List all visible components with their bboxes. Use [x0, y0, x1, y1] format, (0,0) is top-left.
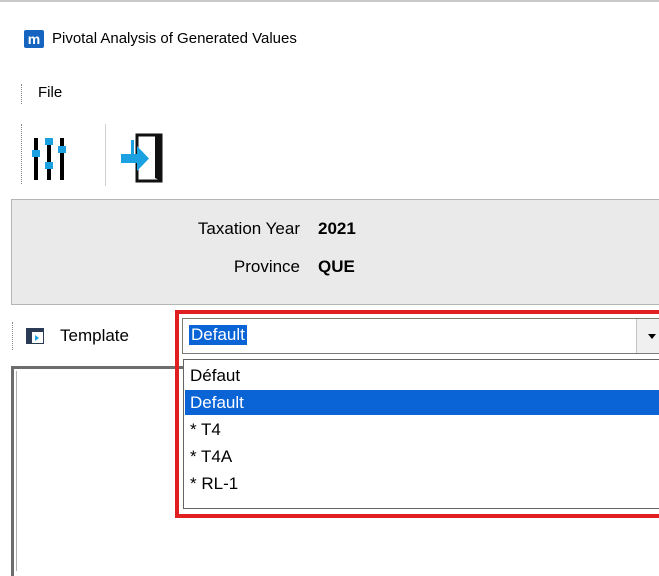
dropdown-option-rl1[interactable]: * RL-1	[185, 471, 659, 496]
menu-bar	[0, 80, 659, 108]
results-panel	[11, 366, 186, 576]
template-label: Template	[60, 326, 129, 345]
sliders-icon	[32, 138, 66, 180]
results-panel-divider	[16, 371, 17, 571]
template-select-value: Default	[189, 325, 247, 345]
template-select-dropdown-button[interactable]	[636, 319, 659, 353]
info-panel	[11, 199, 659, 305]
dropdown-option-default[interactable]: Default	[185, 390, 659, 415]
dropdown-option-t4[interactable]: * T4	[185, 417, 659, 442]
dropdown-option-t4a[interactable]: * T4A	[185, 444, 659, 469]
template-grip[interactable]	[12, 322, 14, 350]
template-select[interactable]: Default	[182, 318, 659, 354]
window-title: Pivotal Analysis of Generated Values	[52, 30, 297, 47]
dropdown-option-defaut[interactable]: Défaut	[185, 363, 659, 388]
province-label: Province	[233, 257, 300, 276]
exit-door-icon	[121, 133, 163, 183]
chevron-down-icon	[648, 334, 656, 339]
exit-button[interactable]	[115, 118, 173, 188]
app-logo-icon: m	[24, 30, 44, 48]
settings-button[interactable]	[28, 118, 86, 188]
toolbar-separator	[105, 124, 106, 186]
template-icon	[26, 328, 44, 344]
toolbar-grip[interactable]	[21, 124, 23, 184]
menu-file[interactable]: File	[38, 82, 62, 104]
title-bar: m Pivotal Analysis of Generated Values	[0, 0, 659, 80]
menu-grip[interactable]	[21, 84, 23, 104]
tax-year-value: 2021	[318, 219, 356, 238]
tax-year-label: Taxation Year	[197, 219, 300, 238]
province-value: QUE	[318, 257, 355, 276]
template-dropdown-list: Défaut Default * T4 * T4A * RL-1	[183, 359, 659, 509]
toolbar	[0, 115, 659, 191]
